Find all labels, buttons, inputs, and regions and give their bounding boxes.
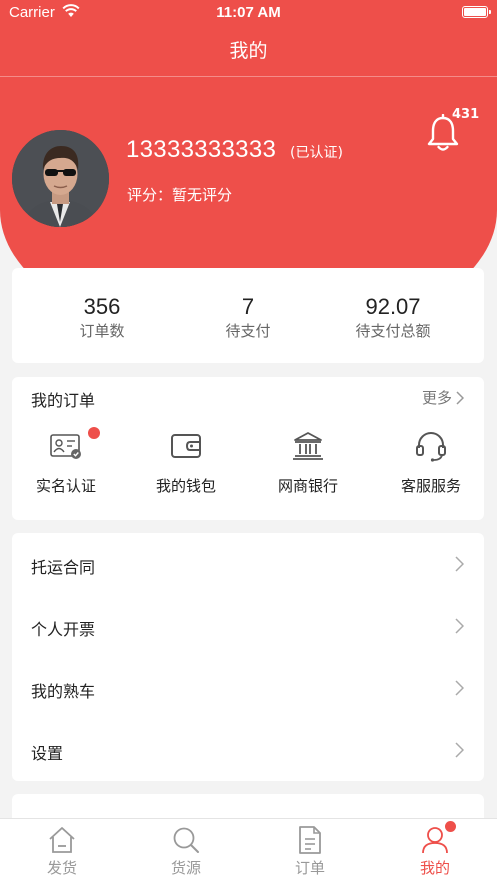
stat-pending-total[interactable]: 92.07 待支付总额 xyxy=(303,296,483,341)
menu-item-label: 托运合同 xyxy=(31,558,96,577)
nav-divider xyxy=(0,76,497,77)
menu-card: 托运合同 个人开票 我的熟车 设置 xyxy=(12,533,484,781)
chevron-right-icon xyxy=(456,391,465,405)
tab-ship[interactable]: 发货 xyxy=(0,825,124,878)
quick-label: 实名认证 xyxy=(35,477,96,495)
notification-dot xyxy=(88,427,100,439)
quick-my-wallet[interactable]: 我的钱包 xyxy=(127,429,245,496)
stats-card: 356 订单数 7 待支付 92.07 待支付总额 xyxy=(12,268,484,363)
tab-goods-source[interactable]: 货源 xyxy=(124,825,248,878)
search-icon xyxy=(173,827,199,853)
bottom-tab-bar: 发货 货源 订单 我的 xyxy=(0,818,497,883)
menu-item-shipping-contract[interactable]: 托运合同 xyxy=(12,533,484,595)
quick-customer-service[interactable]: 客服服务 xyxy=(372,429,490,496)
my-orders-card: 我的订单 更多 实名认证 我的钱包 网商银行 客服服务 xyxy=(12,377,484,520)
verified-tag: (已认证) xyxy=(290,145,343,161)
menu-item-label: 设置 xyxy=(31,744,64,763)
chevron-right-icon xyxy=(455,680,464,696)
more-orders-link[interactable]: 更多 xyxy=(421,387,465,408)
notification-dot xyxy=(445,821,456,832)
document-icon xyxy=(299,826,321,854)
page-title: 我的 xyxy=(229,40,268,62)
menu-item-label: 我的熟车 xyxy=(31,682,96,701)
chevron-right-icon xyxy=(455,556,464,572)
stat-label: 待支付总额 xyxy=(355,322,431,340)
user-rating: 评分：暂无评分 xyxy=(127,186,233,204)
menu-item-label: 个人开票 xyxy=(31,620,96,639)
menu-item-personal-invoice[interactable]: 个人开票 xyxy=(12,595,484,657)
tab-label: 订单 xyxy=(294,859,325,877)
quick-label: 我的钱包 xyxy=(155,477,216,495)
status-bar: Carrier 11:07 AM xyxy=(0,0,497,26)
chevron-right-icon xyxy=(455,618,464,634)
user-phone: 13333333333 xyxy=(126,136,277,163)
headset-icon xyxy=(416,432,446,462)
battery-icon xyxy=(462,6,491,18)
tab-orders[interactable]: 订单 xyxy=(248,825,372,878)
quick-real-name-auth[interactable]: 实名认证 xyxy=(7,427,125,496)
notification-count: 431 xyxy=(452,107,480,122)
tab-mine[interactable]: 我的 xyxy=(373,821,497,878)
avatar-portrait-icon xyxy=(12,130,109,227)
quick-label: 网商银行 xyxy=(277,477,338,495)
status-time: 11:07 AM xyxy=(216,4,281,21)
my-orders-title: 我的订单 xyxy=(31,391,96,410)
chevron-right-icon xyxy=(455,742,464,758)
tab-label: 发货 xyxy=(46,859,77,877)
home-icon xyxy=(49,827,75,853)
menu-item-my-familiar-vehicles[interactable]: 我的熟车 xyxy=(12,657,484,719)
stat-value: 92.07 xyxy=(365,294,421,319)
quick-mybank[interactable]: 网商银行 xyxy=(249,429,367,496)
more-label: 更多 xyxy=(421,389,452,407)
menu-item-settings[interactable]: 设置 xyxy=(12,719,484,781)
quick-label: 客服服务 xyxy=(400,477,461,495)
tab-label: 我的 xyxy=(419,859,450,877)
avatar[interactable] xyxy=(12,130,109,227)
wallet-icon xyxy=(171,434,201,458)
bank-icon xyxy=(293,432,323,460)
id-card-icon xyxy=(50,434,81,459)
tab-label: 货源 xyxy=(170,859,201,877)
